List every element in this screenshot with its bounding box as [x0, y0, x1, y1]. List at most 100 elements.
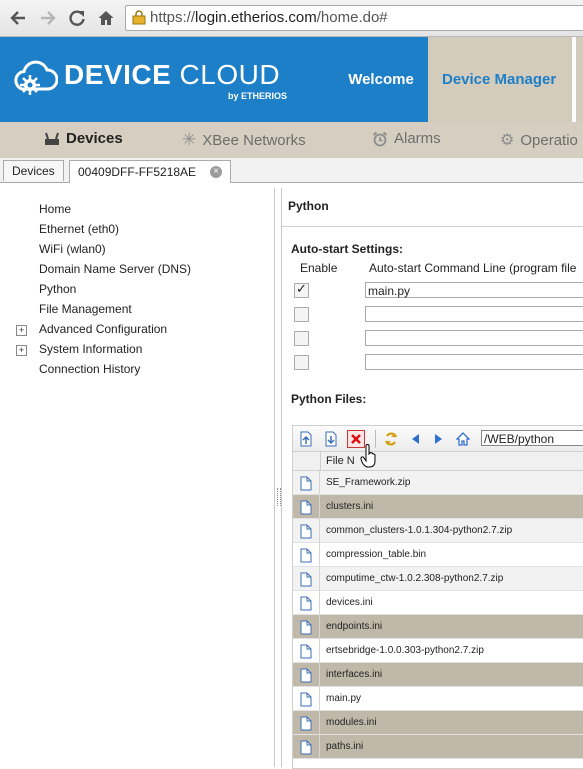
tab-devices[interactable]: Devices: [3, 160, 64, 181]
sidebar-item-wifi[interactable]: WiFi (wlan0): [39, 242, 106, 256]
upload-file-button[interactable]: [297, 430, 315, 448]
reload-button[interactable]: [65, 6, 89, 30]
tab-devices-label: Devices: [12, 164, 55, 178]
file-icon-cell: [293, 615, 320, 639]
autostart-enable-checkbox[interactable]: [294, 281, 309, 298]
file-icon: [300, 740, 312, 754]
reload-icon: [69, 10, 85, 26]
file-icon: [300, 668, 312, 682]
sidebar-item-python[interactable]: Python: [39, 282, 76, 296]
sidebar-item-file-management[interactable]: File Management: [39, 302, 132, 316]
lock-icon: [132, 10, 146, 25]
tab-welcome[interactable]: Welcome: [336, 37, 426, 122]
router-icon: [45, 132, 59, 145]
home-directory-button[interactable]: [454, 430, 472, 448]
forward-button[interactable]: [430, 430, 448, 448]
tab-device-manager[interactable]: Device Manager: [428, 37, 583, 122]
sidebar-item-system-information[interactable]: System Information: [39, 342, 142, 356]
file-row[interactable]: computime_ctw-1.0.2.308-python2.7.zip: [293, 567, 583, 591]
file-icon-cell: [293, 519, 320, 543]
file-row[interactable]: clusters.ini: [293, 495, 583, 519]
file-row[interactable]: interfaces.ini: [293, 663, 583, 687]
upload-icon: [300, 431, 312, 447]
file-name: common_clusters-1.0.1.304-python2.7.zip: [326, 525, 513, 536]
refresh-button[interactable]: [382, 430, 400, 448]
sidebar-item-home[interactable]: Home: [39, 202, 71, 216]
sidebar-item-advanced-configuration[interactable]: Advanced Configuration: [39, 322, 167, 336]
file-row[interactable]: common_clusters-1.0.1.304-python2.7.zip: [293, 519, 583, 543]
file-row[interactable]: paths.ini: [293, 735, 583, 759]
brand-name: DEVICE CLOUD: [64, 59, 280, 91]
download-file-button[interactable]: [322, 430, 340, 448]
file-icon-cell: [293, 591, 320, 615]
file-row[interactable]: ertsebridge-1.0.0.303-python2.7.zip: [293, 639, 583, 663]
column-file-name[interactable]: File N: [326, 455, 355, 467]
close-icon[interactable]: ×: [210, 166, 223, 178]
asterisk-icon: ✳: [182, 130, 197, 149]
file-name: modules.ini: [326, 717, 377, 728]
expand-icon[interactable]: +: [16, 345, 27, 356]
grid-header: File N: [293, 452, 583, 471]
autostart-enable-checkbox[interactable]: [294, 307, 309, 322]
file-icon-cell: [293, 687, 320, 711]
url-host: login.etherios.com: [195, 9, 317, 26]
autostart-enable-checkbox[interactable]: [294, 331, 309, 346]
file-name: paths.ini: [326, 741, 364, 752]
autostart-command-input[interactable]: [365, 354, 583, 370]
refresh-icon: [384, 432, 398, 446]
url-text: https://login.etherios.com/home.do#: [150, 9, 388, 26]
subnav-devices[interactable]: Devices: [44, 130, 123, 147]
file-name: computime_ctw-1.0.2.308-python2.7.zip: [326, 573, 504, 584]
back-button[interactable]: [6, 6, 30, 30]
address-bar[interactable]: https://login.etherios.com/home.do#: [125, 5, 583, 31]
subnav-xbee-networks[interactable]: ✳ XBee Networks: [182, 130, 306, 150]
file-icon-cell: [293, 711, 320, 735]
file-icon-cell: [293, 543, 320, 567]
file-icon-cell: [293, 471, 320, 495]
forward-arrow-icon: [41, 11, 56, 25]
file-icon-cell: [293, 663, 320, 687]
tab-device-label: 00409DFF-FF5218AE: [78, 165, 197, 179]
tab-divider: [572, 37, 576, 122]
file-icon-cell: [293, 735, 320, 759]
file-row[interactable]: main.py: [293, 687, 583, 711]
file-icon: [300, 524, 312, 538]
sidebar-item-ethernet[interactable]: Ethernet (eth0): [39, 222, 119, 236]
file-icon-cell: [293, 495, 320, 519]
file-row[interactable]: SE_Framework.zip: [293, 471, 583, 495]
file-icon-cell: [293, 639, 320, 663]
panel-title: Python: [288, 199, 329, 213]
home-button[interactable]: [94, 6, 118, 30]
file-name: main.py: [326, 693, 362, 704]
tab-device-00409dff[interactable]: 00409DFF-FF5218AE ×: [69, 160, 232, 183]
file-row[interactable]: modules.ini: [293, 711, 583, 735]
home-icon: [98, 11, 114, 25]
autostart-command-input[interactable]: [365, 306, 583, 322]
divider: [282, 226, 583, 227]
url-path: /home.do#: [316, 9, 388, 26]
python-files-heading: Python Files:: [291, 392, 367, 406]
autostart-heading: Auto-start Settings:: [291, 242, 403, 256]
autostart-command-input[interactable]: main.py: [365, 282, 583, 298]
subnav-alarms[interactable]: Alarms: [372, 130, 441, 147]
file-row[interactable]: compression_table.bin: [293, 543, 583, 567]
subnav-operations-label: Operatio: [520, 131, 578, 149]
cloud-gear-logo-icon: [14, 60, 58, 95]
python-settings-panel: Python Auto-start Settings: Enable Auto-…: [281, 188, 583, 769]
autostart-command-input[interactable]: [365, 330, 583, 346]
file-icon: [300, 500, 312, 514]
file-name: interfaces.ini: [326, 669, 383, 680]
autostart-enable-checkbox[interactable]: [294, 355, 309, 370]
file-row[interactable]: endpoints.ini: [293, 615, 583, 639]
expand-icon[interactable]: +: [16, 325, 27, 336]
sidebar-item-dns[interactable]: Domain Name Server (DNS): [39, 262, 191, 276]
back-button[interactable]: [406, 430, 424, 448]
tab-bar: Devices 00409DFF-FF5218AE ×: [0, 158, 583, 183]
back-arrow-icon: [10, 11, 25, 25]
sidebar-item-connection-history[interactable]: Connection History: [39, 362, 140, 376]
path-input[interactable]: /WEB/python: [481, 430, 583, 446]
file-row[interactable]: devices.ini: [293, 591, 583, 615]
subnav-operations[interactable]: ⚙ Operatio: [500, 130, 578, 150]
file-icon: [300, 644, 312, 658]
forward-button[interactable]: [36, 6, 60, 30]
